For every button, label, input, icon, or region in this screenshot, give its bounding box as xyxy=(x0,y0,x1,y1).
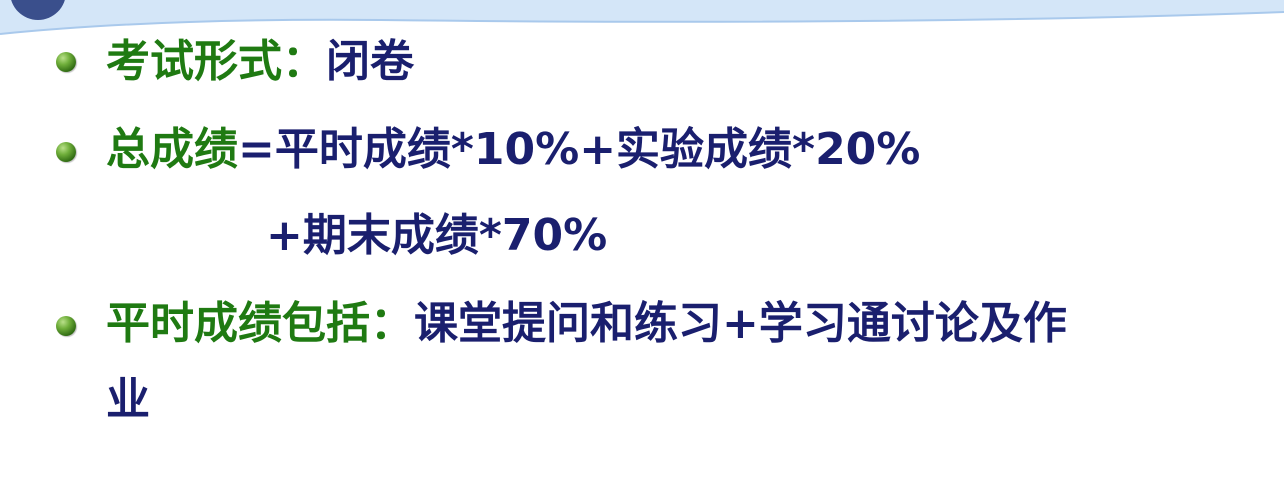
bullet-icon xyxy=(56,142,76,162)
slide: 考试形式：闭卷 总成绩=平时成绩*10%+实验成绩*20% +期末成绩*70% … xyxy=(0,0,1284,485)
exam-format-value: 闭卷 xyxy=(326,36,414,87)
header-decoration xyxy=(0,0,1284,35)
total-score-formula: =平时成绩*10%+实验成绩*20% xyxy=(238,124,921,175)
regular-score-continuation: 业 xyxy=(106,374,150,425)
bullet-icon xyxy=(56,52,76,72)
total-score-line: 总成绩=平时成绩*10%+实验成绩*20% xyxy=(106,128,920,172)
regular-score-line: 平时成绩包括：课堂提问和练习+学习通讨论及作 xyxy=(106,302,1067,346)
exam-format-label: 考试形式： xyxy=(106,36,326,87)
regular-score-label: 平时成绩包括： xyxy=(106,298,414,349)
regular-score-text: 课堂提问和练习+学习通讨论及作 xyxy=(414,298,1067,349)
total-score-label: 总成绩 xyxy=(106,124,238,175)
bullet-icon xyxy=(56,316,76,336)
exam-format-line: 考试形式：闭卷 xyxy=(106,40,414,84)
total-score-continuation: +期末成绩*70% xyxy=(266,210,608,261)
